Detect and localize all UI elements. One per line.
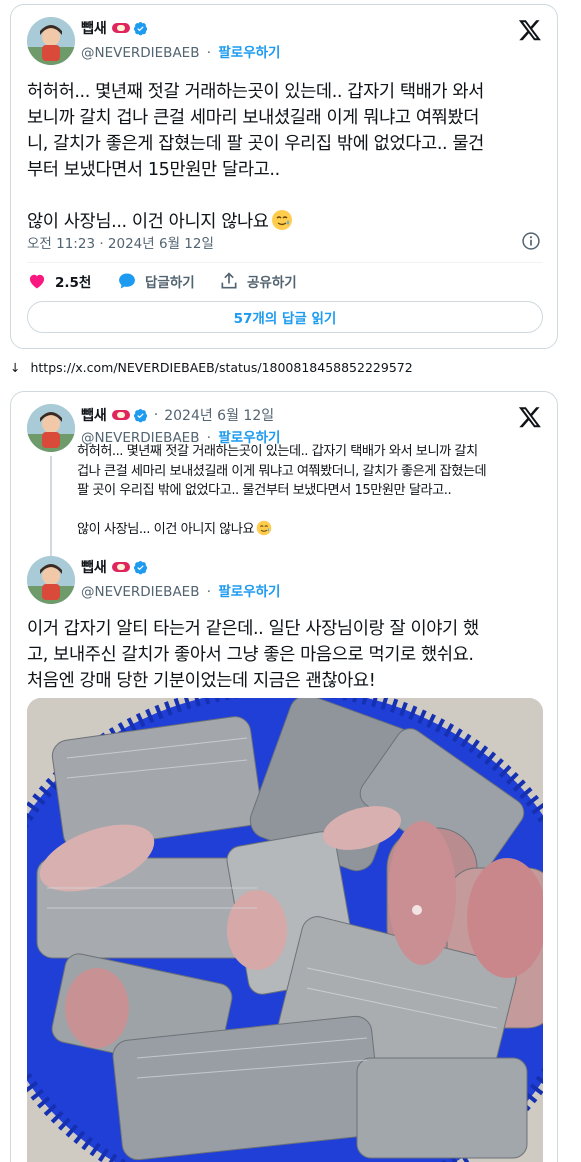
source-url-line: ↓ https://x.com/NEVERDIEBAEB/status/1800…: [10, 360, 413, 375]
quoted-date[interactable]: 2024년 6월 12일: [164, 405, 274, 425]
quoted-tweet-body: 허허허... 몇년째 젓갈 거래하는곳이 있는데.. 갑자기 택배가 와서 보니…: [77, 442, 547, 540]
author-name-row[interactable]: 뺍새: [81, 18, 148, 38]
heart-icon: [29, 274, 45, 289]
reply-button[interactable]: 답글하기: [117, 271, 195, 291]
author-handle[interactable]: @NEVERDIEBAEB: [81, 584, 199, 600]
info-icon[interactable]: [521, 231, 541, 251]
tweet-card-original: 뺍새 @NEVERDIEBAEB · 팔로우하기 허허허... 몇년째 젓갈 거…: [10, 4, 558, 349]
verified-badge-icon: [133, 21, 147, 35]
verified-badge-icon: [133, 560, 147, 574]
smiling-tear-emoji: [256, 520, 272, 536]
verified-badge-icon: [133, 408, 147, 422]
divider: [27, 262, 543, 263]
separator-dot: ·: [206, 584, 212, 600]
tweet-body: 허허허... 몇년째 젓갈 거래하는곳이 있는데.. 갑자기 택배가 와서 보니…: [27, 79, 547, 235]
author-display-name[interactable]: 뺍새: [81, 405, 107, 425]
follow-button[interactable]: 팔로우하기: [218, 45, 280, 61]
author-handle[interactable]: @NEVERDIEBAEB: [81, 45, 199, 61]
x-logo-icon[interactable]: [518, 18, 542, 42]
car-emoji-icon: [111, 562, 130, 572]
smiling-tear-emoji: [271, 210, 292, 230]
follow-button[interactable]: 팔로우하기: [218, 584, 280, 600]
reply-tweet-body: 이거 갑자기 알티 타는거 같은데.. 일단 사장님이랑 잘 이야기 했 고, …: [27, 616, 547, 694]
separator-dot: ·: [153, 407, 159, 423]
handle-row: @NEVERDIEBAEB · 팔로우하기: [81, 41, 280, 61]
tweet-card-thread: 뺍새 · 2024년 6월 12일 @NEVERDIEBAEB · 팔로우하기 …: [10, 391, 558, 1162]
hairtail-fish-photo: [27, 698, 543, 1162]
reply-tweet-text: 이거 갑자기 알티 타는거 같은데.. 일단 사장님이랑 잘 이야기 했 고, …: [27, 619, 479, 691]
share-icon: [221, 272, 237, 289]
tweet-photo[interactable]: [27, 698, 543, 1162]
read-replies-button[interactable]: 57개의 답글 읽기: [27, 301, 543, 333]
author-display-name[interactable]: 뺍새: [81, 557, 107, 577]
avatar[interactable]: [27, 556, 75, 604]
share-button[interactable]: 공유하기: [219, 271, 297, 291]
reply-label: 답글하기: [145, 275, 195, 291]
read-replies-label: 57개의 답글 읽기: [233, 311, 337, 327]
avatar[interactable]: [27, 17, 75, 65]
separator-dot: ·: [206, 45, 212, 61]
quoted-tweet-text: 허허허... 몇년째 젓갈 거래하는곳이 있는데.. 갑자기 택배가 와서 보니…: [77, 444, 487, 537]
tweet-text: 허허허... 몇년째 젓갈 거래하는곳이 있는데.. 갑자기 택배가 와서 보니…: [27, 82, 484, 232]
reply-bubble-icon: [119, 273, 135, 289]
author-name-row[interactable]: 뺍새: [81, 557, 148, 577]
share-label: 공유하기: [247, 275, 297, 291]
down-arrow-icon: ↓: [10, 360, 21, 375]
like-count: 2.5천: [55, 275, 92, 291]
tweet-timestamp[interactable]: 오전 11:23 · 2024년 6월 12일: [27, 232, 214, 252]
author-display-name[interactable]: 뺍새: [81, 18, 107, 38]
source-url[interactable]: https://x.com/NEVERDIEBAEB/status/180081…: [30, 360, 412, 375]
author-name-row[interactable]: 뺍새 · 2024년 6월 12일: [81, 405, 274, 425]
x-logo-icon[interactable]: [518, 405, 542, 429]
car-emoji-icon: [111, 23, 130, 33]
handle-row: @NEVERDIEBAEB · 팔로우하기: [81, 580, 280, 600]
like-button[interactable]: 2.5천: [27, 271, 91, 291]
car-emoji-icon: [111, 410, 130, 420]
avatar[interactable]: [27, 404, 75, 452]
thread-connector-line: [50, 456, 52, 556]
